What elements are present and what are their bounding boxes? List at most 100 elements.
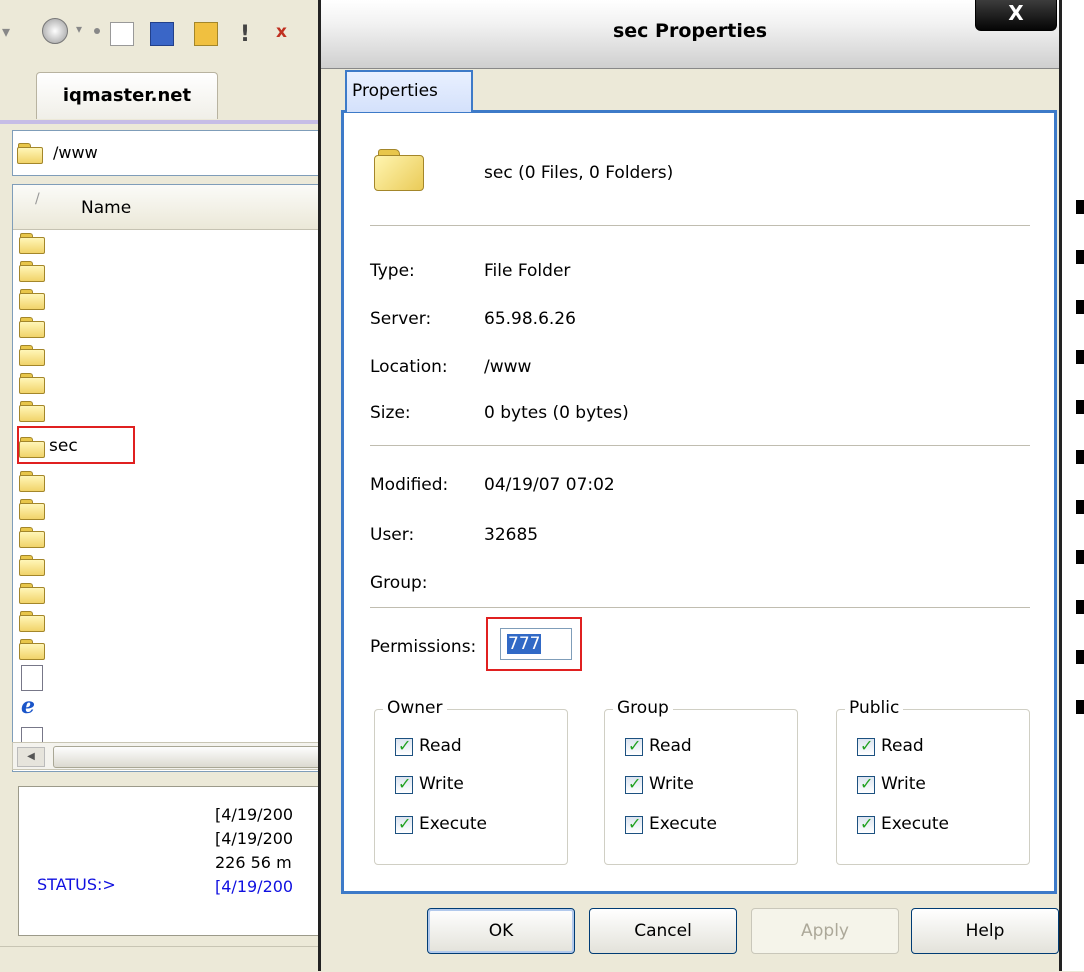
folder-icon <box>19 555 45 576</box>
document-icon[interactable] <box>110 22 134 46</box>
permissions-input[interactable]: 777 <box>500 628 572 660</box>
list-item[interactable] <box>19 341 319 369</box>
list-item[interactable] <box>19 397 319 425</box>
location-value: /www <box>484 357 532 377</box>
location-label: Location: <box>370 357 448 377</box>
back-circle-icon[interactable] <box>42 18 68 44</box>
checkbox-checked-icon[interactable] <box>625 736 643 756</box>
internet-explorer-icon: e <box>21 693 35 719</box>
size-label: Size: <box>370 403 411 423</box>
refresh-icon[interactable] <box>150 22 174 46</box>
name-column-header[interactable]: / Name <box>13 185 329 230</box>
checkbox-checked-icon[interactable] <box>857 774 875 794</box>
folder-icon <box>19 499 45 520</box>
horizontal-scrollbar[interactable]: ◀ <box>12 742 330 770</box>
exclamation-icon[interactable]: ! <box>240 22 262 47</box>
ok-button[interactable]: OK <box>427 908 575 954</box>
dropdown-arrow-icon[interactable]: ▾ <box>2 22 24 44</box>
folder-summary: sec (0 Files, 0 Folders) <box>484 163 674 183</box>
folder-icon <box>19 233 45 254</box>
list-item[interactable] <box>19 635 319 663</box>
scroll-thumb[interactable] <box>53 746 325 768</box>
checkbox-label: Read <box>419 736 462 756</box>
folder-icon <box>19 401 45 422</box>
folder-icon <box>19 345 45 366</box>
user-label: User: <box>370 525 415 545</box>
permissions-label: Permissions: <box>370 637 477 657</box>
help-button[interactable]: Help <box>911 908 1059 954</box>
edge-mark <box>1076 600 1084 614</box>
folder-icon <box>19 527 45 548</box>
checkbox-checked-icon[interactable] <box>857 814 875 834</box>
close-button[interactable]: X <box>975 0 1057 31</box>
folder-icon <box>19 289 45 310</box>
list-item[interactable] <box>19 229 319 257</box>
checkbox-checked-icon[interactable] <box>395 774 413 794</box>
list-item[interactable] <box>19 551 319 579</box>
file-list[interactable]: / Name sec e <box>12 184 330 772</box>
modified-value: 04/19/07 07:02 <box>484 475 615 495</box>
delete-icon[interactable]: x <box>276 22 288 44</box>
list-item[interactable]: e <box>19 693 319 721</box>
server-label: Server: <box>370 309 432 329</box>
log-line: [4/19/200 <box>215 829 294 848</box>
checkbox-label: Write <box>649 774 694 794</box>
checkbox-checked-icon[interactable] <box>395 814 413 834</box>
checkbox-label: Write <box>881 774 926 794</box>
list-item[interactable] <box>19 523 319 551</box>
edge-mark <box>1076 400 1084 414</box>
list-item[interactable] <box>19 467 319 495</box>
checkbox-checked-icon[interactable] <box>857 736 875 756</box>
checkbox-label: Read <box>881 736 924 756</box>
user-value: 32685 <box>484 525 539 545</box>
edge-mark <box>1076 300 1084 314</box>
edge-mark <box>1076 700 1084 714</box>
dialog-title: sec Properties <box>612 20 768 42</box>
path-bar[interactable]: /www <box>12 130 330 176</box>
list-item[interactable] <box>19 313 319 341</box>
edge-mark <box>1076 550 1084 564</box>
status-label: STATUS:> <box>37 875 116 894</box>
site-tab-bar: iqmaster.net <box>0 68 330 124</box>
status-log: [4/19/200 [4/19/200 226 56 m [4/19/200 S… <box>18 786 330 936</box>
folder-icon <box>374 149 424 191</box>
folder-icon <box>19 471 45 492</box>
type-label: Type: <box>370 261 415 281</box>
new-folder-icon[interactable] <box>194 22 218 46</box>
divider <box>370 445 1030 446</box>
toolbar: ▾ ▾ ! x <box>0 0 330 68</box>
apply-button[interactable]: Apply <box>751 908 899 954</box>
site-tab[interactable]: iqmaster.net <box>36 72 218 119</box>
checkbox-checked-icon[interactable] <box>395 736 413 756</box>
checkbox-checked-icon[interactable] <box>625 814 643 834</box>
server-value: 65.98.6.26 <box>484 309 576 329</box>
tab-properties[interactable]: Properties <box>345 70 473 112</box>
scroll-left-arrow-icon[interactable]: ◀ <box>17 747 45 767</box>
list-item[interactable] <box>19 495 319 523</box>
checkbox-label: Write <box>419 774 464 794</box>
cancel-button[interactable]: Cancel <box>589 908 737 954</box>
properties-panel: sec (0 Files, 0 Folders) Type: File Fold… <box>341 110 1057 894</box>
list-item[interactable] <box>19 257 319 285</box>
folder-icon <box>19 373 45 394</box>
folder-icon <box>19 317 45 338</box>
edge-mark <box>1076 500 1084 514</box>
type-value: File Folder <box>484 261 571 281</box>
checkbox-label: Execute <box>649 814 717 834</box>
list-item[interactable] <box>19 663 319 691</box>
list-item[interactable] <box>19 607 319 635</box>
edge-mark <box>1076 450 1084 464</box>
public-group: Public Read Write Execute <box>836 698 1030 865</box>
folder-icon <box>19 639 45 660</box>
list-item[interactable] <box>19 579 319 607</box>
path-text: /www <box>53 143 98 162</box>
checkbox-checked-icon[interactable] <box>625 774 643 794</box>
list-item[interactable] <box>19 369 319 397</box>
name-column-label: Name <box>81 198 132 218</box>
list-item[interactable] <box>19 285 319 313</box>
log-line: [4/19/200 <box>215 877 294 896</box>
dialog-titlebar[interactable]: sec Properties X <box>321 0 1059 69</box>
highlight-box: 777 <box>486 617 582 671</box>
log-line: 226 56 m <box>215 853 292 872</box>
group-label: Group: <box>370 573 428 593</box>
